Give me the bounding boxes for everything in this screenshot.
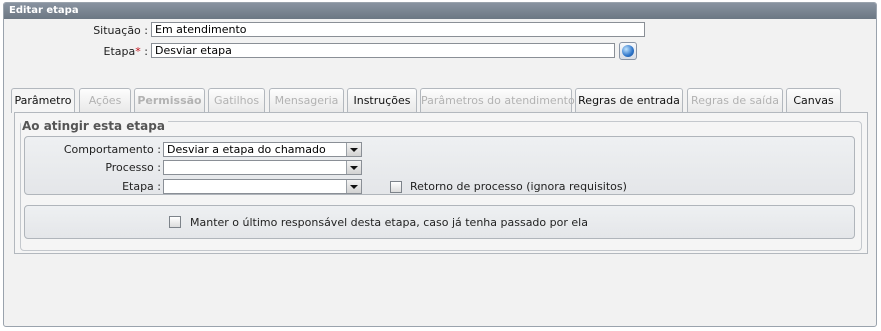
manter-label: Manter o último responsável desta etapa,… xyxy=(190,216,588,229)
tab-gatilhos[interactable]: Gatilhos xyxy=(208,88,265,112)
comportamento-label: Comportamento : xyxy=(63,143,161,156)
retorno-label: Retorno de processo (ignora requisitos) xyxy=(410,180,627,193)
processo-label: Processo : xyxy=(105,161,161,174)
window-title: Editar etapa xyxy=(4,3,876,19)
required-mark: * xyxy=(135,45,141,58)
tab-acoes[interactable]: Ações xyxy=(79,88,131,112)
panel-etapa-label: Etapa : xyxy=(122,180,161,193)
fieldset-legend: Ao atingir esta etapa xyxy=(21,119,168,133)
etapa-label: Etapa* : xyxy=(103,45,148,58)
tab-permissao[interactable]: Permissão xyxy=(134,88,205,112)
comportamento-value: Desviar a etapa do chamado xyxy=(167,143,326,156)
chevron-down-icon[interactable] xyxy=(346,161,361,174)
globe-icon[interactable] xyxy=(619,42,637,60)
chevron-down-icon[interactable] xyxy=(346,143,361,156)
on-reach-fieldset: Ao atingir esta etapa Comportamento : De… xyxy=(20,119,862,251)
panel-etapa-select[interactable] xyxy=(163,179,362,194)
tab-parametros-atendimento[interactable]: Parâmetros do atendimento xyxy=(420,88,575,112)
tab-mensageria[interactable]: Mensageria xyxy=(269,88,344,112)
situacao-input[interactable]: Em atendimento xyxy=(151,22,645,37)
manter-checkbox[interactable] xyxy=(169,216,181,228)
parametro-panel: Ao atingir esta etapa Comportamento : De… xyxy=(14,112,868,254)
tab-parametro[interactable]: Parâmetro xyxy=(11,88,75,113)
tab-instrucoes[interactable]: Instruções xyxy=(347,88,417,112)
behavior-box: Comportamento : Desviar a etapa do chama… xyxy=(24,136,855,195)
tab-canvas[interactable]: Canvas xyxy=(786,88,841,112)
etapa-input[interactable]: Desviar etapa xyxy=(151,43,615,58)
edit-stage-window: Editar etapa Situação : Em atendimento E… xyxy=(3,2,877,327)
retorno-checkbox[interactable] xyxy=(390,181,402,193)
comportamento-select[interactable]: Desviar a etapa do chamado xyxy=(163,142,362,157)
processo-select[interactable] xyxy=(163,160,362,175)
tab-regras-entrada[interactable]: Regras de entrada xyxy=(575,88,683,112)
tab-regras-saida[interactable]: Regras de saída xyxy=(687,88,783,112)
situacao-label: Situação : xyxy=(93,24,148,37)
chevron-down-icon[interactable] xyxy=(346,180,361,193)
keep-responsible-box: Manter o último responsável desta etapa,… xyxy=(24,205,855,239)
